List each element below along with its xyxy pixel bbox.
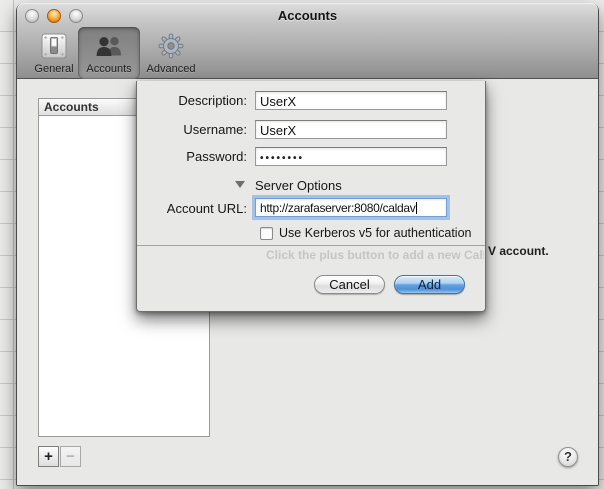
account-url-label: Account URL:	[137, 201, 247, 216]
password-row: Password: ••••••••	[137, 147, 485, 167]
add-account-button[interactable]: +	[38, 446, 59, 467]
kerberos-checkbox[interactable]	[260, 227, 273, 240]
kerberos-label: Use Kerberos v5 for authentication	[279, 226, 471, 240]
description-field[interactable]: UserX	[255, 91, 447, 110]
add-account-sheet: Description: UserX Username: UserX Passw…	[136, 81, 486, 312]
toolbar-item-general[interactable]: General	[30, 27, 78, 79]
toolbar-item-label: Accounts	[86, 63, 131, 75]
server-options-label: Server Options	[255, 178, 342, 193]
empty-state-text-ghost: Click the plus button to add a new CalDA	[266, 248, 484, 262]
password-field[interactable]: ••••••••	[255, 147, 447, 166]
help-button[interactable]: ?	[558, 447, 578, 467]
background-divider-line	[13, 0, 14, 489]
description-row: Description: UserX	[137, 91, 485, 111]
account-url-value: http://zarafaserver:8080/caldav	[260, 201, 415, 215]
username-field[interactable]: UserX	[255, 120, 447, 139]
text-caret	[416, 202, 417, 214]
list-edit-buttons: + −	[38, 446, 81, 467]
window-title: Accounts	[17, 8, 598, 23]
toolbar-item-accounts[interactable]: Accounts	[78, 27, 140, 79]
remove-account-button[interactable]: −	[60, 446, 81, 467]
switch-icon	[41, 30, 67, 62]
toolbar-item-label: General	[34, 63, 73, 75]
gear-icon	[157, 30, 185, 62]
sheet-separator	[137, 245, 485, 246]
accounts-window: Accounts	[16, 3, 599, 486]
add-button[interactable]: Add	[394, 275, 465, 294]
toolbar: General Accounts	[30, 27, 202, 79]
account-url-field[interactable]: http://zarafaserver:8080/caldav	[255, 198, 447, 217]
cancel-button[interactable]: Cancel	[314, 275, 385, 294]
window-header: Accounts	[17, 3, 598, 79]
toolbar-item-advanced[interactable]: Advanced	[140, 27, 202, 79]
username-label: Username:	[137, 122, 247, 137]
account-url-row: Account URL: http://zarafaserver:8080/ca…	[137, 198, 485, 218]
disclosure-triangle-icon[interactable]	[235, 181, 245, 188]
users-icon	[94, 30, 124, 62]
description-label: Description:	[137, 93, 247, 108]
password-label: Password:	[137, 149, 247, 164]
kerberos-row: Use Kerberos v5 for authentication	[137, 226, 485, 246]
username-row: Username: UserX	[137, 120, 485, 140]
empty-state-text-fragment: V account.	[488, 244, 549, 258]
toolbar-item-label: Advanced	[147, 63, 196, 75]
server-options-row: Server Options	[137, 177, 485, 197]
